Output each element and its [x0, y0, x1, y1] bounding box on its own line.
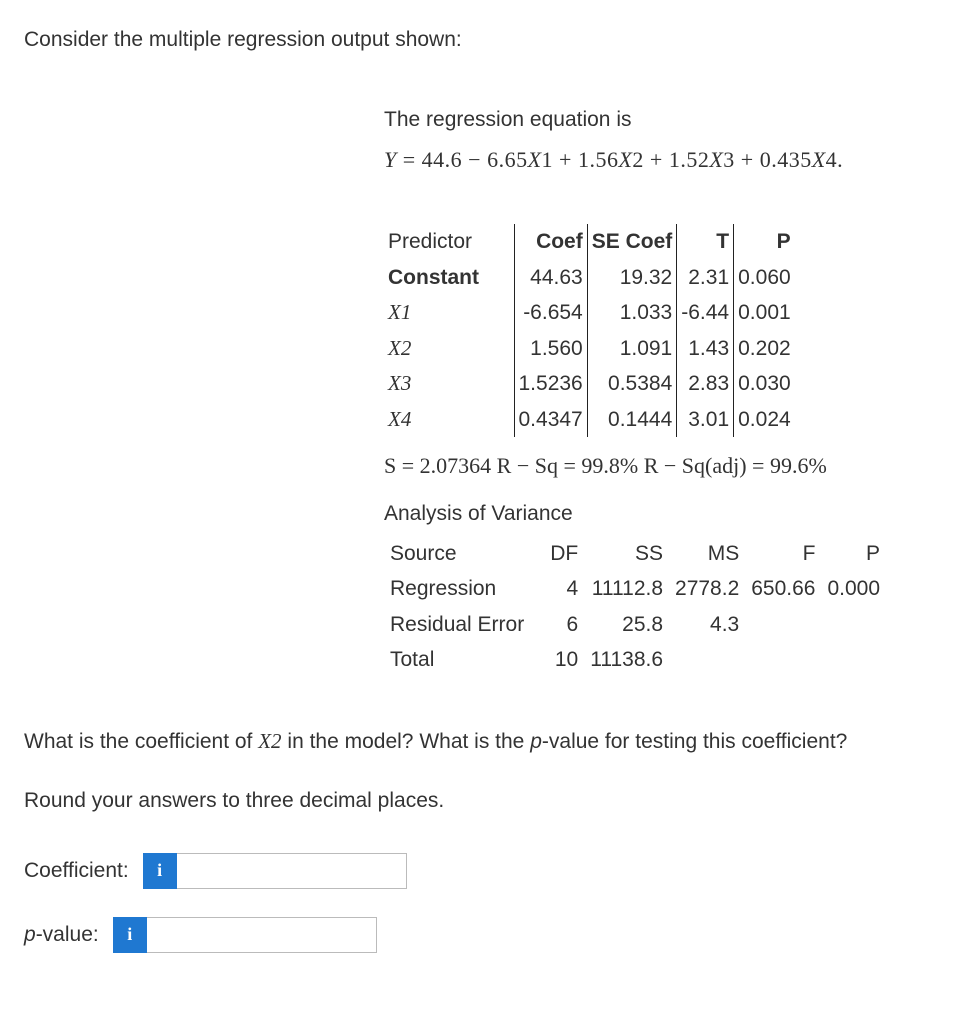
table-row: X4 0.4347 0.1444 3.01 0.024 — [384, 402, 795, 438]
col-ss: SS — [584, 536, 669, 572]
col-coef: Coef — [514, 224, 587, 260]
p-cell: 0.000 — [821, 571, 886, 607]
info-icon[interactable]: i — [143, 853, 177, 889]
ss-cell: 11138.6 — [584, 642, 669, 678]
t-cell: 1.43 — [677, 331, 734, 367]
p-cell: 0.030 — [734, 366, 795, 402]
ms-cell: 2778.2 — [669, 571, 745, 607]
table-row: Total 10 11138.6 — [384, 642, 886, 678]
pvalue-label: p-value: — [24, 919, 99, 951]
t-cell: -6.44 — [677, 295, 734, 331]
coef-cell: 44.63 — [514, 260, 587, 296]
se-cell: 19.32 — [587, 260, 677, 296]
col-df: DF — [544, 536, 584, 572]
predictor-cell: X2 — [384, 331, 514, 367]
regression-output-block: The regression equation is Y = 44.6 − 6.… — [384, 104, 943, 678]
table-row: Constant 44.63 19.32 2.31 0.060 — [384, 260, 795, 296]
coef-cell: 1.5236 — [514, 366, 587, 402]
se-cell: 0.1444 — [587, 402, 677, 438]
col-ms: MS — [669, 536, 745, 572]
col-f: F — [745, 536, 821, 572]
df-cell: 6 — [544, 607, 584, 643]
info-icon[interactable]: i — [113, 917, 147, 953]
p-cell: 0.202 — [734, 331, 795, 367]
ss-cell: 11112.8 — [584, 571, 669, 607]
coefficients-table: Predictor Coef SE Coef T P Constant 44.6… — [384, 224, 795, 437]
f-cell: 650.66 — [745, 571, 821, 607]
table-row: Regression 4 11112.8 2778.2 650.66 0.000 — [384, 571, 886, 607]
source-cell: Total — [384, 642, 544, 678]
f-cell — [745, 642, 821, 678]
p-cell — [821, 642, 886, 678]
df-cell: 4 — [544, 571, 584, 607]
regression-equation: Y = 44.6 − 6.65X1 + 1.56X2 + 1.52X3 + 0.… — [384, 143, 943, 176]
source-cell: Regression — [384, 571, 544, 607]
col-p: P — [734, 224, 795, 260]
col-source: Source — [384, 536, 544, 572]
intro-text: Consider the multiple regression output … — [24, 24, 943, 56]
se-cell: 0.5384 — [587, 366, 677, 402]
p-cell: 0.024 — [734, 402, 795, 438]
df-cell: 10 — [544, 642, 584, 678]
source-cell: Residual Error — [384, 607, 544, 643]
coefficient-label: Coefficient: — [24, 855, 129, 887]
col-t: T — [677, 224, 734, 260]
col-anova-p: P — [821, 536, 886, 572]
t-cell: 3.01 — [677, 402, 734, 438]
anova-table: Source DF SS MS F P Regression 4 11112.8… — [384, 536, 886, 678]
summary-stats: S = 2.07364 R − Sq = 99.8% R − Sq(adj) =… — [384, 449, 943, 482]
se-cell: 1.033 — [587, 295, 677, 331]
equation-intro: The regression equation is — [384, 104, 943, 136]
col-predictor: Predictor — [384, 224, 514, 260]
t-cell: 2.83 — [677, 366, 734, 402]
coef-cell: 1.560 — [514, 331, 587, 367]
predictor-cell: X3 — [384, 366, 514, 402]
predictor-cell: X1 — [384, 295, 514, 331]
table-row: Residual Error 6 25.8 4.3 — [384, 607, 886, 643]
table-row: X2 1.560 1.091 1.43 0.202 — [384, 331, 795, 367]
anova-title: Analysis of Variance — [384, 498, 943, 530]
t-cell: 2.31 — [677, 260, 734, 296]
ms-cell: 4.3 — [669, 607, 745, 643]
p-cell: 0.060 — [734, 260, 795, 296]
se-cell: 1.091 — [587, 331, 677, 367]
pvalue-input[interactable] — [147, 917, 377, 953]
question-text: What is the coefficient of X2 in the mod… — [24, 726, 943, 758]
table-row: X3 1.5236 0.5384 2.83 0.030 — [384, 366, 795, 402]
table-row: X1 -6.654 1.033 -6.44 0.001 — [384, 295, 795, 331]
col-se: SE Coef — [587, 224, 677, 260]
coefficient-input[interactable] — [177, 853, 407, 889]
coef-cell: 0.4347 — [514, 402, 587, 438]
ss-cell: 25.8 — [584, 607, 669, 643]
f-cell — [745, 607, 821, 643]
coefficient-answer-row: Coefficient: i — [24, 853, 943, 889]
pvalue-answer-row: p-value: i — [24, 917, 943, 953]
predictor-cell: X4 — [384, 402, 514, 438]
p-cell: 0.001 — [734, 295, 795, 331]
predictor-cell: Constant — [384, 260, 514, 296]
ms-cell — [669, 642, 745, 678]
rounding-instruction: Round your answers to three decimal plac… — [24, 785, 943, 817]
p-cell — [821, 607, 886, 643]
coef-cell: -6.654 — [514, 295, 587, 331]
